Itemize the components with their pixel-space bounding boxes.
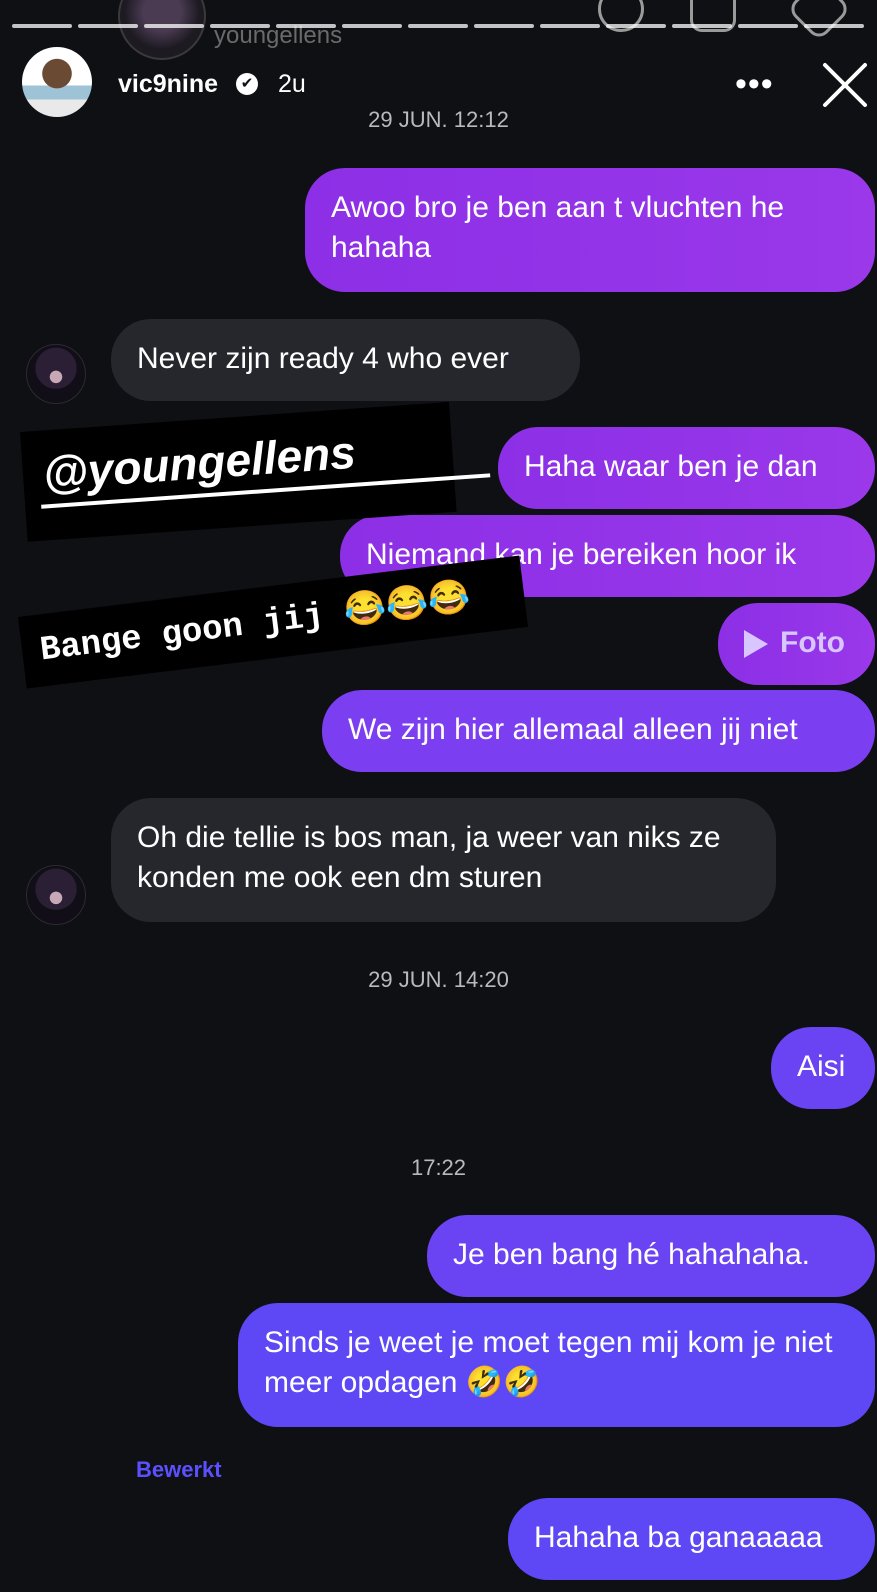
message-text: Oh die tellie is bos man, ja weer van ni…	[137, 821, 721, 894]
background-chat-header: youngellens	[0, 0, 877, 62]
progress-segment	[342, 24, 402, 28]
photo-message[interactable]: Foto	[718, 603, 875, 685]
photo-label-row: Foto	[744, 623, 845, 663]
sender-avatar[interactable]	[26, 865, 86, 925]
chat-timestamp: 17:22	[410, 1155, 467, 1180]
background-avatar	[118, 0, 206, 60]
close-icon[interactable]	[822, 62, 868, 108]
outgoing-message[interactable]: We zijn hier allemaal alleen jij niet	[322, 690, 875, 772]
sender-avatar[interactable]	[26, 344, 86, 404]
flag-icon	[786, 0, 852, 42]
progress-segment	[276, 24, 336, 28]
progress-segment	[474, 24, 534, 28]
message-text: Je ben bang hé hahahaha.	[453, 1238, 810, 1271]
message-text: Aisi	[797, 1050, 846, 1083]
progress-segment	[540, 24, 600, 28]
outgoing-message[interactable]: Je ben bang hé hahahaha.	[427, 1215, 875, 1297]
progress-segment	[210, 24, 270, 28]
message-text: Sinds je weet je moet tegen mij kom je n…	[264, 1326, 833, 1399]
verified-badge-icon: ✔	[236, 73, 258, 95]
more-options-icon[interactable]: •••	[735, 64, 774, 104]
photo-label: Foto	[780, 626, 845, 659]
caption-sticker-text: Bange goon jij 😂😂😂	[38, 579, 473, 671]
progress-segment	[672, 24, 732, 28]
message-text: Hahaha ba ganaaaaa	[534, 1521, 823, 1554]
progress-segment	[12, 24, 72, 28]
progress-segment	[606, 24, 666, 28]
progress-segment	[408, 24, 468, 28]
progress-segment	[738, 24, 798, 28]
message-text: Never zijn ready 4 who ever	[137, 342, 509, 375]
story-time-ago: 2u	[278, 70, 306, 98]
incoming-message[interactable]: Never zijn ready 4 who ever	[111, 319, 580, 401]
outgoing-message[interactable]: Sinds je weet je moet tegen mij kom je n…	[238, 1303, 875, 1427]
chat-timestamp: 29 JUN. 14:20	[368, 967, 509, 992]
outgoing-message[interactable]: Haha waar ben je dan	[498, 427, 875, 509]
play-icon	[744, 630, 768, 659]
message-text: Awoo bro je ben aan t vluchten he hahaha	[331, 191, 785, 264]
progress-segment	[144, 24, 204, 28]
story-author-username[interactable]: vic9nine	[118, 70, 218, 99]
caption-sticker: Bange goon jij 😂😂😂	[18, 555, 529, 689]
message-text: Haha waar ben je dan	[524, 450, 818, 483]
progress-segment	[804, 24, 864, 28]
outgoing-message[interactable]: Hahaha ba ganaaaaa	[508, 1498, 875, 1580]
message-text: We zijn hier allemaal alleen jij niet	[348, 713, 798, 746]
outgoing-message[interactable]: Aisi	[771, 1027, 875, 1109]
chat-timestamp: 29 JUN. 12:12	[368, 107, 509, 132]
progress-segment	[78, 24, 138, 28]
outgoing-message[interactable]: Awoo bro je ben aan t vluchten he hahaha	[305, 168, 875, 292]
incoming-message[interactable]: Oh die tellie is bos man, ja weer van ni…	[111, 798, 776, 922]
edited-label: Bewerkt	[136, 1457, 222, 1482]
